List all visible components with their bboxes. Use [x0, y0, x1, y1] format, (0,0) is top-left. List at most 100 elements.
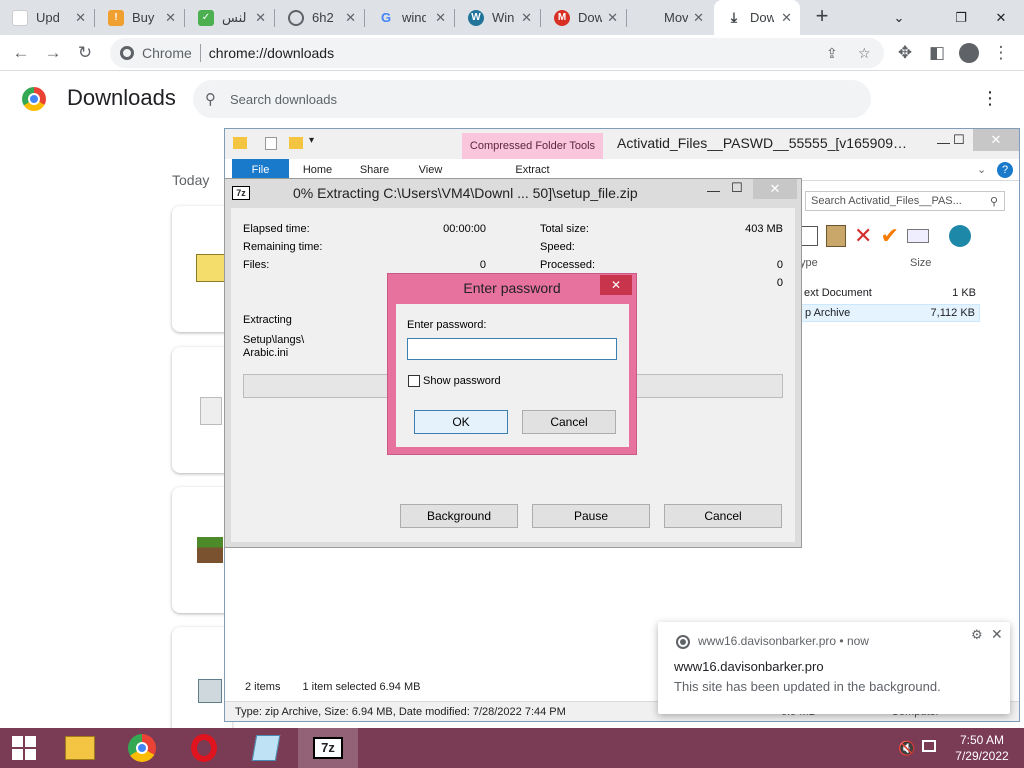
- close-icon[interactable]: ✕: [753, 179, 797, 199]
- column-type[interactable]: ype: [800, 257, 818, 269]
- browser-tab[interactable]: 6h2 ✕: [276, 0, 364, 35]
- download-item[interactable]: [172, 206, 232, 332]
- browser-toolbar: ← → ↻ Chrome chrome://downloads ⇪ ☆ ✥ ◧ …: [0, 35, 1024, 71]
- rename-icon[interactable]: [906, 229, 929, 243]
- rar-archive-icon: [196, 254, 226, 282]
- taskbar-opera[interactable]: [174, 728, 234, 768]
- background-button[interactable]: Background: [400, 504, 518, 528]
- close-icon[interactable]: ✕: [991, 626, 1003, 643]
- browser-tab[interactable]: G wind ✕: [366, 0, 454, 35]
- taskbar-file-explorer[interactable]: [50, 728, 110, 768]
- chrome-menu-button[interactable]: ⋮: [988, 40, 1014, 66]
- start-button[interactable]: [0, 728, 48, 768]
- close-tab-icon[interactable]: ✕: [521, 10, 532, 26]
- properties-icon[interactable]: [265, 137, 277, 150]
- clock-time: 7:50 AM: [959, 733, 1005, 747]
- compressed-folder-tools-tab[interactable]: Compressed Folder Tools: [462, 133, 603, 159]
- close-tab-icon[interactable]: ✕: [75, 10, 86, 26]
- help-icon[interactable]: ?: [997, 162, 1013, 178]
- notification-message: This site has been updated in the backgr…: [674, 679, 941, 694]
- window-title: 0% Extracting C:\Users\VM4\Downl ... 50]…: [293, 185, 638, 201]
- taskbar-7zip[interactable]: 7z: [298, 728, 358, 768]
- close-icon: ✕: [995, 9, 1007, 25]
- profile-button[interactable]: [956, 40, 982, 66]
- browser-tab-active[interactable]: ⤓ Dow ✕: [714, 0, 800, 35]
- password-label: Enter password:: [407, 319, 487, 331]
- file-row[interactable]: ext Document 1 KB: [800, 284, 980, 302]
- password-input[interactable]: [407, 338, 617, 360]
- back-button[interactable]: ←: [8, 40, 34, 66]
- pause-button[interactable]: Pause: [532, 504, 650, 528]
- close-icon[interactable]: ✕: [973, 129, 1019, 151]
- arrow-right-icon: →: [44, 43, 62, 62]
- copy-icon[interactable]: [800, 226, 818, 246]
- extra-value: 0: [776, 277, 783, 289]
- ok-button[interactable]: OK: [414, 410, 508, 434]
- close-tab-icon[interactable]: ✕: [165, 10, 176, 26]
- cancel-button[interactable]: Cancel: [664, 504, 782, 528]
- show-password-checkbox[interactable]: [408, 375, 420, 387]
- maximize-icon[interactable]: ☐: [731, 180, 743, 196]
- new-folder-icon[interactable]: [289, 137, 303, 149]
- side-panel-button[interactable]: ◧: [924, 40, 950, 66]
- site-notification[interactable]: www16.davisonbarker.pro • now ⚙ ✕ www16.…: [658, 622, 1010, 714]
- notification-title: www16.davisonbarker.pro: [674, 659, 824, 674]
- reload-button[interactable]: ↻: [72, 40, 98, 66]
- taskbar-notepad[interactable]: [236, 728, 296, 768]
- browser-tab[interactable]: ! Buy ✕: [96, 0, 184, 35]
- zip-titlebar: 7z 0% Extracting C:\Users\VM4\Downl ... …: [225, 179, 801, 207]
- checkmark-icon[interactable]: ✔: [880, 223, 898, 249]
- downloads-menu-button[interactable]: ⋮: [978, 88, 1002, 112]
- minimize-icon[interactable]: —: [937, 135, 950, 150]
- browser-tab[interactable]: W Win ✕: [456, 0, 540, 35]
- address-bar[interactable]: Chrome chrome://downloads ⇪ ☆: [110, 38, 884, 68]
- cancel-button[interactable]: Cancel: [522, 410, 616, 434]
- taskbar-chrome[interactable]: [112, 728, 172, 768]
- tab-search-button[interactable]: ⌄: [876, 0, 922, 35]
- column-size[interactable]: Size: [910, 257, 931, 269]
- close-tab-icon[interactable]: ✕: [781, 10, 792, 26]
- search-placeholder: Search Activatid_Files__PAS...: [811, 195, 962, 207]
- delete-icon[interactable]: ✕: [854, 223, 872, 249]
- system-clock[interactable]: 7:50 AM 7/29/2022: [948, 732, 1016, 764]
- network-icon[interactable]: [922, 740, 936, 752]
- download-item[interactable]: [172, 347, 232, 473]
- close-tab-icon[interactable]: ✕: [607, 10, 618, 26]
- red-m-icon: M: [554, 9, 570, 26]
- download-item[interactable]: [172, 487, 232, 613]
- search-downloads-input[interactable]: ⚲ Search downloads: [193, 80, 871, 118]
- browser-tab[interactable]: ✓ النس ✕: [186, 0, 274, 35]
- paste-icon[interactable]: [826, 225, 846, 247]
- chevron-down-icon[interactable]: ⌄: [977, 163, 986, 176]
- close-tab-icon[interactable]: ✕: [693, 10, 704, 26]
- close-tab-icon[interactable]: ✕: [435, 10, 446, 26]
- bookmark-star-icon[interactable]: ☆: [858, 45, 871, 62]
- close-button[interactable]: ✕: [600, 275, 632, 295]
- explorer-search-input[interactable]: Search Activatid_Files__PAS... ⚲: [805, 191, 1005, 211]
- volume-muted-icon[interactable]: 🔇: [898, 740, 915, 757]
- globe-icon: [288, 9, 304, 26]
- maximize-icon[interactable]: ☐: [953, 132, 965, 148]
- avatar: [959, 43, 979, 63]
- shell-icon[interactable]: [948, 225, 971, 247]
- file-row-selected[interactable]: p Archive 7,112 KB: [800, 304, 980, 322]
- close-window-button[interactable]: ✕: [978, 0, 1024, 35]
- tab-strip: Upd ✕ ! Buy ✕ ✓ النس ✕ 6h2 ✕ G wind ✕ W …: [0, 0, 1024, 35]
- minimize-icon[interactable]: —: [707, 183, 720, 198]
- browser-tab[interactable]: Upd ✕: [0, 0, 94, 35]
- share-icon[interactable]: ⇪: [826, 45, 838, 62]
- restore-icon: ❐: [955, 9, 967, 25]
- quick-access-dropdown-icon[interactable]: ▾: [309, 135, 314, 146]
- browser-tab[interactable]: Mov ✕: [628, 0, 712, 35]
- taskbar: 7z 🔇 7:50 AM 7/29/2022: [0, 728, 1024, 768]
- new-tab-button[interactable]: +: [811, 5, 833, 28]
- close-tab-icon[interactable]: ✕: [255, 10, 266, 26]
- dialog-title: Enter password: [463, 280, 561, 296]
- gear-icon[interactable]: ⚙: [971, 627, 983, 643]
- close-tab-icon[interactable]: ✕: [345, 10, 356, 26]
- extensions-button[interactable]: ✥: [892, 40, 918, 66]
- forward-button[interactable]: →: [40, 40, 66, 66]
- url-text: chrome://downloads: [208, 45, 335, 61]
- extracting-label: Extracting: [243, 314, 292, 326]
- browser-tab[interactable]: M Dow ✕: [542, 0, 626, 35]
